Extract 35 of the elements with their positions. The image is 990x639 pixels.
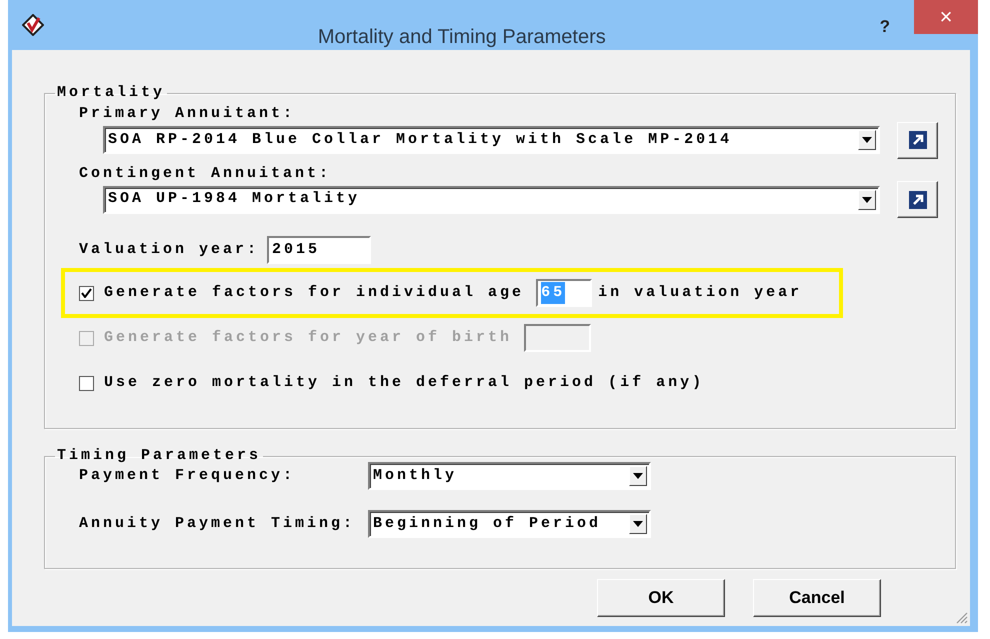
dropdown-button[interactable]	[629, 514, 647, 534]
field-label: Payment Frequency:	[79, 466, 296, 486]
link-button[interactable]	[897, 122, 938, 158]
dropdown[interactable]: Monthly	[368, 462, 651, 490]
window-title: Mortality and Timing Parameters	[316, 25, 607, 50]
group-title: Mortality	[56, 83, 166, 103]
caret-icon	[862, 137, 872, 143]
group-title: Timing Parameters	[56, 446, 262, 466]
dropdown[interactable]: SOA RP-2014 Blue Collar Mortality with Scale MP-2014	[103, 126, 880, 154]
caret-icon	[633, 521, 643, 527]
field-label: Annuity Payment Timing:	[79, 514, 356, 534]
field-label: in valuation year	[598, 282, 802, 303]
dropdown[interactable]: Beginning of Period	[368, 510, 651, 538]
close-button[interactable]: ×	[914, 0, 978, 34]
link-button[interactable]	[897, 181, 938, 218]
dropdown[interactable]: SOA UP-1984 Mortality	[103, 186, 880, 214]
field-label: Primary Annuitant:	[79, 104, 296, 124]
check-icon	[81, 288, 92, 298]
field-label: Valuation year:	[79, 240, 260, 260]
checkbox[interactable]	[79, 286, 94, 300]
checkbox[interactable]	[79, 376, 94, 390]
caret-icon	[633, 473, 643, 479]
caret-icon	[862, 196, 872, 202]
dropdown-button[interactable]	[858, 190, 876, 210]
checkbox-label[interactable]: Use zero mortality in the deferral period (if any)	[104, 372, 704, 394]
app-logo-icon	[22, 14, 44, 36]
cancel-button[interactable]: Cancel	[753, 579, 881, 617]
year-field[interactable]: 2015	[267, 236, 372, 264]
checkbox-label[interactable]: Generate factors for individual age	[104, 282, 524, 304]
field-label: Contingent Annuitant:	[79, 164, 332, 184]
ok-button[interactable]: OK	[597, 579, 725, 617]
dropdown-button[interactable]	[858, 130, 876, 150]
help-button[interactable]: ?	[880, 0, 914, 40]
dropdown-button[interactable]	[629, 466, 647, 486]
resize-grip-icon	[956, 612, 968, 624]
